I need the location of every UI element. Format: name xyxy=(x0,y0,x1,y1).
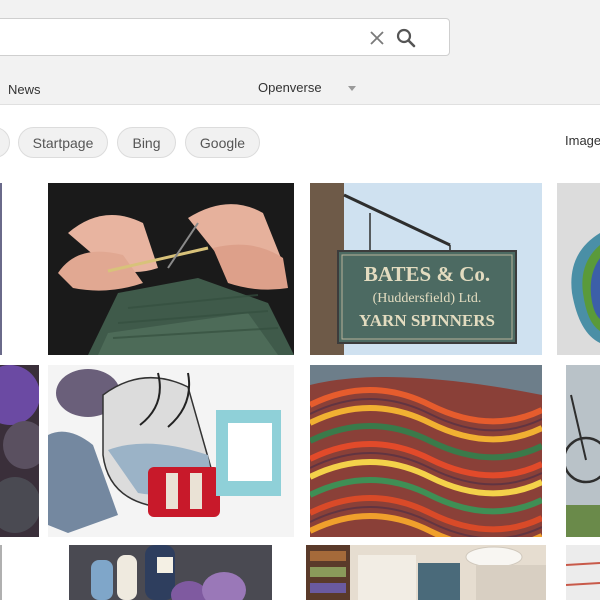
engine-pill-startpage[interactable]: Startpage xyxy=(18,127,108,158)
engine-pill-google[interactable]: Google xyxy=(185,127,260,158)
image-result[interactable] xyxy=(566,365,600,537)
search-input[interactable] xyxy=(0,18,450,56)
image-result[interactable] xyxy=(0,365,39,537)
engine-pill-partial[interactable] xyxy=(0,127,10,158)
image-result[interactable] xyxy=(48,365,294,537)
image-result[interactable] xyxy=(69,545,272,600)
tab-news[interactable]: News xyxy=(8,82,41,97)
image-result[interactable] xyxy=(0,183,2,355)
sign-line-1: BATES & Co. xyxy=(364,262,490,286)
sign-line-3: YARN SPINNERS xyxy=(359,311,495,330)
engine-pill-bing[interactable]: Bing xyxy=(117,127,176,158)
image-result[interactable] xyxy=(566,545,600,600)
image-type-label: Image xyxy=(565,133,600,148)
search-icon[interactable] xyxy=(395,27,417,49)
close-icon[interactable] xyxy=(366,27,388,49)
image-result[interactable] xyxy=(306,545,546,600)
tab-openverse[interactable]: Openverse xyxy=(258,80,322,95)
image-result[interactable] xyxy=(310,365,542,537)
image-result-sign[interactable]: BATES & Co. (Huddersfield) Ltd. YARN SPI… xyxy=(310,183,542,355)
image-result[interactable] xyxy=(0,545,2,600)
sign-line-2: (Huddersfield) Ltd. xyxy=(373,291,482,306)
image-result[interactable] xyxy=(557,183,600,355)
search-header: News Openverse xyxy=(0,0,600,105)
image-result[interactable] xyxy=(48,183,294,355)
chevron-down-icon[interactable] xyxy=(348,86,356,91)
